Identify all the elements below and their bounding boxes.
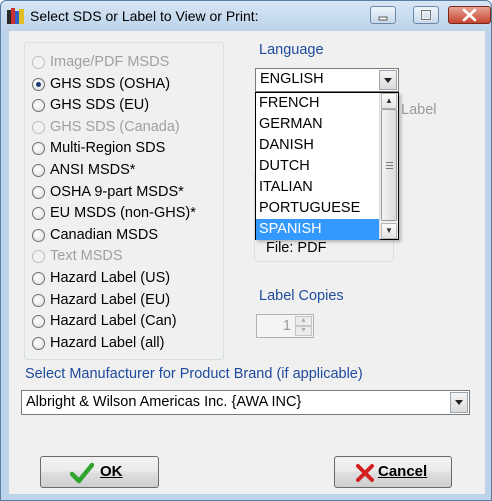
language-option[interactable]: FRENCH — [256, 93, 380, 114]
chevron-down-icon — [384, 78, 392, 83]
radio-button-icon[interactable] — [32, 142, 45, 156]
radio-button-icon[interactable] — [32, 315, 45, 329]
label-copies-label: Label Copies — [259, 288, 344, 304]
language-label: Language — [259, 42, 324, 58]
language-dropdown-list: FRENCH GERMAN DANISH DUTCH ITALIAN PORTUGUESE… — [255, 92, 399, 240]
radio-button-icon — [32, 250, 45, 264]
language-dropdown-button[interactable] — [379, 70, 397, 90]
label-copies-spinner[interactable]: 1 ▲ ▼ — [256, 314, 314, 338]
radio-button-icon[interactable] — [32, 228, 45, 242]
document-type-label: Hazard Label (all) — [50, 334, 165, 351]
cancel-button[interactable]: Cancel — [334, 456, 452, 488]
language-option[interactable]: DUTCH — [256, 156, 380, 177]
document-type-radio[interactable]: Hazard Label (Can) — [32, 312, 222, 332]
radio-button-icon[interactable] — [32, 185, 45, 199]
app-icon — [7, 8, 24, 24]
radio-button-icon — [32, 56, 45, 69]
spinner-down-button[interactable]: ▼ — [295, 326, 312, 336]
title-bar[interactable]: Select SDS or Label to View or Print: — [1, 1, 491, 31]
radio-button-icon — [32, 120, 45, 134]
document-type-radio[interactable]: Hazard Label (EU) — [32, 291, 222, 311]
scroll-thumb[interactable] — [381, 109, 397, 221]
radio-button-icon[interactable] — [32, 99, 45, 113]
document-type-radio[interactable]: EU MSDS (non-GHS)* — [32, 204, 222, 224]
document-type-label: GHS SDS (Canada) — [50, 118, 180, 135]
x-mark-icon — [356, 464, 374, 482]
document-type-label: Image/PDF MSDS — [50, 54, 170, 70]
language-scrollbar[interactable]: ▲ ▼ — [379, 93, 398, 239]
close-icon — [462, 8, 477, 22]
maximize-icon — [420, 9, 432, 21]
language-option[interactable]: DANISH — [256, 135, 380, 156]
ok-button[interactable]: OK — [40, 456, 159, 488]
manufacturer-dropdown-button[interactable] — [450, 392, 468, 413]
document-type-label: ANSI MSDS* — [50, 162, 136, 178]
language-option[interactable]: ITALIAN — [256, 177, 380, 198]
spinner-up-button[interactable]: ▲ — [295, 316, 312, 326]
ok-label: OK — [100, 463, 123, 480]
window-title: Select SDS or Label to View or Print: — [30, 8, 259, 24]
document-type-label: Hazard Label (US) — [50, 270, 171, 286]
cancel-label: Cancel — [378, 463, 428, 480]
maximize-button[interactable] — [413, 6, 439, 24]
document-type-radio[interactable]: GHS SDS (EU) — [32, 96, 222, 116]
label-option-text: Label — [401, 102, 437, 118]
manufacturer-select[interactable]: Albright & Wilson Americas Inc. {AWA INC… — [21, 390, 470, 415]
document-type-radio[interactable]: Hazard Label (US) — [32, 269, 222, 289]
radio-button-icon[interactable] — [32, 272, 45, 285]
label-copies-value: 1 — [282, 318, 291, 334]
manufacturer-label: Select Manufacturer for Product Brand (i… — [25, 366, 363, 382]
language-value: ENGLISH — [260, 71, 324, 87]
document-type-radio: Image/PDF MSDS — [32, 53, 222, 73]
document-type-label: Hazard Label (Can) — [50, 313, 177, 330]
document-type-label: Text MSDS — [50, 248, 123, 265]
document-type-radio[interactable]: Canadian MSDS — [32, 226, 222, 246]
document-type-radio[interactable]: Multi-Region SDS — [32, 139, 222, 159]
document-type-label: GHS SDS (EU) — [50, 97, 150, 114]
radio-button-icon[interactable] — [32, 336, 45, 350]
document-type-radio[interactable]: OSHA 9-part MSDS* — [32, 183, 222, 203]
document-type-label: EU MSDS (non-GHS)* — [50, 205, 196, 222]
file-pdf-option[interactable]: File: PDF — [266, 240, 326, 256]
document-type-label: Canadian MSDS — [50, 226, 158, 243]
close-button[interactable] — [448, 6, 491, 24]
radio-button-icon[interactable] — [32, 77, 45, 91]
radio-button-icon[interactable] — [32, 293, 45, 307]
manufacturer-value: Albright & Wilson Americas Inc. {AWA INC… — [26, 394, 302, 410]
document-type-radio[interactable]: Hazard Label (all) — [32, 334, 222, 354]
language-option[interactable]: SPANISH — [256, 219, 380, 240]
document-type-label: Multi-Region SDS — [50, 140, 166, 157]
document-type-radio[interactable]: ANSI MSDS* — [32, 161, 222, 181]
scroll-down-button[interactable]: ▼ — [381, 223, 397, 239]
minimize-icon — [378, 16, 388, 21]
chevron-down-icon — [455, 400, 463, 405]
document-type-label: Hazard Label (EU) — [50, 291, 171, 308]
document-type-radio[interactable]: GHS SDS (OSHA) — [32, 75, 222, 95]
language-option[interactable]: GERMAN — [256, 114, 380, 135]
document-type-label: GHS SDS (OSHA) — [50, 75, 171, 92]
document-type-label: OSHA 9-part MSDS* — [50, 183, 184, 200]
minimize-button[interactable] — [370, 6, 396, 24]
document-type-radio: GHS SDS (Canada) — [32, 118, 222, 138]
radio-button-icon[interactable] — [32, 207, 45, 221]
scroll-up-button[interactable]: ▲ — [381, 93, 397, 109]
language-select[interactable]: ENGLISH — [255, 68, 399, 92]
radio-button-icon[interactable] — [32, 164, 45, 177]
language-option[interactable]: PORTUGUESE — [256, 198, 380, 219]
document-type-radio: Text MSDS — [32, 247, 222, 267]
checkmark-icon — [70, 462, 94, 484]
